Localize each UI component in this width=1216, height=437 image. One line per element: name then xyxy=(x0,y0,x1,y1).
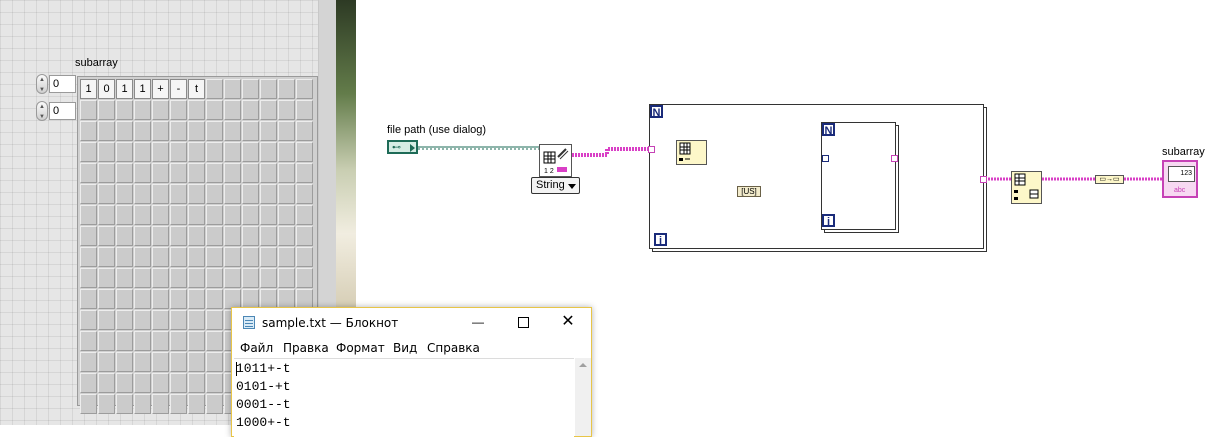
index-array-icon xyxy=(679,142,691,161)
data-type-selector[interactable]: String xyxy=(531,177,580,194)
reshape-array-icon xyxy=(1014,173,1039,200)
maximize-button[interactable] xyxy=(508,313,538,331)
minimize-button[interactable]: — xyxy=(463,313,493,331)
outer-for-loop[interactable]: N i xyxy=(649,104,984,249)
menu-format[interactable]: Формат xyxy=(336,341,385,355)
close-button[interactable]: ✕ xyxy=(553,313,583,331)
text-line: 1000+-t xyxy=(236,415,291,430)
string-array-wire xyxy=(572,147,651,157)
terminal-arrow-icon xyxy=(410,144,415,152)
array-to-cluster-node[interactable]: ▭→▭ xyxy=(1095,175,1124,184)
dropdown-arrow-icon[interactable] xyxy=(568,184,576,189)
indicator-type-icon: 123 xyxy=(1168,166,1195,182)
text-line: 0001--t xyxy=(236,397,291,412)
wires-layer xyxy=(418,145,1162,192)
loop-index-icon[interactable]: i xyxy=(654,233,667,247)
notepad-scrollbar[interactable] xyxy=(575,358,591,436)
reshape-array-node[interactable] xyxy=(1011,171,1042,204)
scroll-up-icon[interactable] xyxy=(579,363,587,367)
notepad-window[interactable]: sample.txt — Блокнот — ✕ Файл Правка Фор… xyxy=(231,307,592,437)
inner-for-loop[interactable]: N i xyxy=(821,122,896,230)
outer-loop-output-tunnel[interactable] xyxy=(980,176,987,183)
file-path-label: file path (use dialog) xyxy=(387,124,487,136)
inner-loop-count-icon[interactable]: N xyxy=(822,123,835,137)
block-diagram: file path (use dialog) ⊷ 1 2 String N i xyxy=(0,0,1216,425)
inner-loop-output-tunnel[interactable] xyxy=(891,155,898,162)
indicator-subtype-icon: abc xyxy=(1174,187,1186,194)
file-path-control-terminal[interactable]: ⊷ xyxy=(387,140,418,154)
menu-view[interactable]: Вид xyxy=(393,341,417,355)
notepad-title: sample.txt — Блокнот xyxy=(262,316,399,330)
read-spreadsheet-file-node[interactable]: 1 2 xyxy=(539,144,572,177)
notepad-title-bar[interactable]: sample.txt — Блокнот — ✕ xyxy=(232,308,591,337)
inner-loop-input-tunnel[interactable] xyxy=(822,155,829,162)
notepad-menu-bar: Файл Правка Формат Вид Справка xyxy=(232,337,591,357)
path-icon: ⊷ xyxy=(392,142,401,152)
data-type-value: String xyxy=(536,179,565,191)
notepad-text-area[interactable]: 1011+-t 0101-+t 0001--t 1000+-t xyxy=(234,358,574,437)
outer-loop-input-tunnel[interactable] xyxy=(648,146,655,153)
text-line: 1011+-t xyxy=(236,361,291,376)
notepad-icon xyxy=(243,316,255,329)
inner-loop-index-icon[interactable]: i xyxy=(822,214,835,228)
svg-text:1 2: 1 2 xyxy=(544,168,554,175)
menu-edit[interactable]: Правка xyxy=(283,341,329,355)
menu-file[interactable]: Файл xyxy=(240,341,273,355)
menu-help[interactable]: Справка xyxy=(427,341,480,355)
text-line: 0101-+t xyxy=(236,379,291,394)
index-array-node[interactable] xyxy=(676,140,707,165)
indicator-label: subarray xyxy=(1162,146,1205,158)
maximize-icon xyxy=(517,317,529,328)
loop-count-icon[interactable]: N xyxy=(650,105,663,119)
subarray-indicator-terminal[interactable]: 123 abc xyxy=(1162,160,1198,198)
type-cast-node[interactable]: [US] xyxy=(737,186,761,197)
spreadsheet-file-icon: 1 2 xyxy=(543,148,569,175)
